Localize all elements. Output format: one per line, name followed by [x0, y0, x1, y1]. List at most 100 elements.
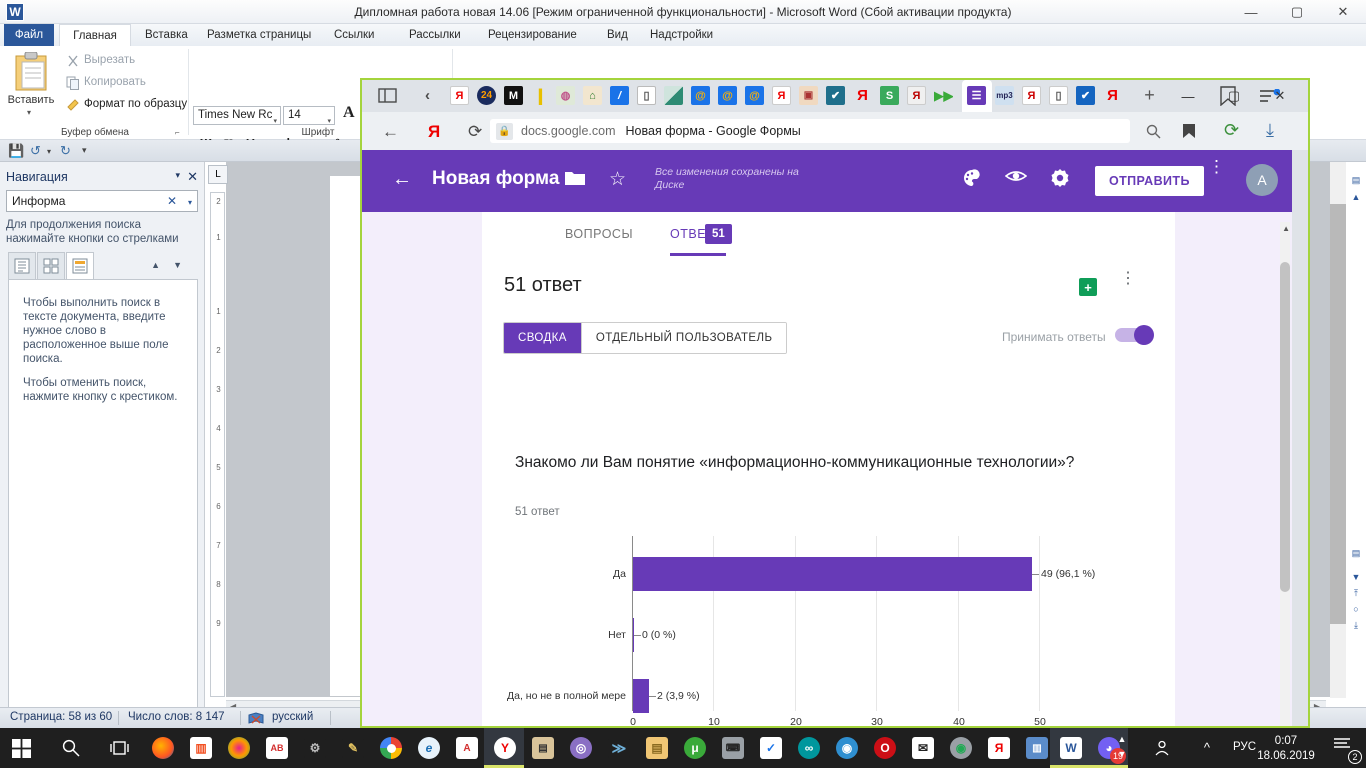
home-icon[interactable]: ⌂ [583, 86, 602, 105]
maps-icon[interactable]: ◍ [556, 86, 575, 105]
people-icon[interactable] [1154, 740, 1170, 756]
status-language[interactable]: русский [272, 711, 313, 723]
sheets-icon[interactable]: + [1079, 278, 1097, 296]
status-page[interactable]: Страница: 58 из 60 [10, 711, 112, 723]
status-words[interactable]: Число слов: 8 147 [128, 711, 225, 723]
show-hidden-icons-chevron[interactable]: ^ [1204, 740, 1210, 755]
slash-icon[interactable]: / [610, 86, 629, 105]
taskbar-scroll-arrows[interactable]: ▲ ▼ [1114, 732, 1130, 762]
tab-stop-selector[interactable]: L [208, 165, 228, 184]
scanner-icon[interactable]: ≫ [608, 737, 630, 759]
paste-button-label[interactable]: Вставить [2, 94, 60, 106]
ya-red-icon[interactable]: Я [853, 86, 872, 105]
navigation-results-tab[interactable] [66, 252, 94, 280]
copy-button[interactable]: Копировать [84, 76, 146, 88]
paint-net-icon[interactable]: AB [266, 737, 288, 759]
sync-icon[interactable]: ⟳ [1224, 120, 1239, 141]
gear-icon[interactable] [1050, 168, 1070, 188]
chrome-icon[interactable] [380, 737, 402, 759]
new-tab-button[interactable]: + [1140, 86, 1159, 105]
at-icon-1[interactable]: @ [691, 86, 710, 105]
firefox-icon[interactable] [152, 737, 174, 759]
browser-reload-icon[interactable]: ⟳ [468, 122, 482, 142]
internet-explorer-icon[interactable]: e [418, 737, 440, 759]
eye-icon-taskbar[interactable]: ◉ [950, 737, 972, 759]
responses-more-icon[interactable]: ⋮ [1120, 271, 1136, 287]
winrar-icon[interactable]: ▥ [1026, 737, 1048, 759]
previous-page-icon[interactable]: ⤒ [1348, 588, 1364, 599]
page-icon[interactable]: ▯ [637, 86, 656, 105]
green-slash-icon[interactable] [664, 86, 683, 105]
blue-check-icon[interactable]: ✔ [1076, 86, 1095, 105]
bittorrent-icon[interactable]: ◎ [570, 737, 592, 759]
chart-bar-2[interactable]: Да, но не в полной мере [507, 679, 649, 713]
at-icon-2[interactable]: @ [718, 86, 737, 105]
notification-icon[interactable] [1334, 737, 1352, 753]
forms-more-icon[interactable]: ⋮ [1208, 158, 1225, 175]
next-page-icon[interactable]: ⤓ [1348, 620, 1364, 631]
folder-icon[interactable]: ▤ [646, 737, 668, 759]
microsoft-store-icon[interactable]: ▥ [190, 737, 212, 759]
tab-questions[interactable]: ВОПРОСЫ [565, 212, 633, 256]
navigation-previous-icon[interactable]: ▲ [151, 260, 160, 270]
word-minimize-button[interactable]: — [1228, 0, 1274, 24]
browser-minimize-btn-2[interactable]: — [1174, 85, 1202, 107]
task-view-icon[interactable] [110, 739, 129, 757]
grow-font-icon[interactable]: A [343, 104, 355, 122]
save-icon[interactable]: 💾 [8, 143, 24, 159]
ribbon-tab-home[interactable]: Главная [59, 24, 131, 46]
accepting-responses-toggle[interactable] [1115, 325, 1154, 345]
location-icon[interactable]: ◉ [836, 737, 858, 759]
s-green-icon[interactable]: S [880, 86, 899, 105]
page-scroll-up-icon[interactable]: ▲ [1282, 224, 1290, 233]
utorrent-icon[interactable]: μ [684, 737, 706, 759]
navigation-headings-tab[interactable] [8, 252, 36, 280]
ribbon-tab-view[interactable]: Вид [598, 24, 637, 46]
mp3-icon[interactable]: mp3 [995, 86, 1014, 105]
forms-back-button[interactable]: ← [392, 168, 412, 191]
taskbar-search-icon[interactable] [62, 739, 80, 757]
navigation-next-icon[interactable]: ▼ [173, 260, 182, 270]
customize-qat-icon[interactable]: ▾ [82, 145, 87, 156]
star-icon[interactable]: ☆ [609, 168, 626, 191]
list-active-icon[interactable]: ☰ [967, 86, 986, 105]
palette-icon[interactable] [962, 168, 982, 188]
scroll-up-icon[interactable]: ▲ [1348, 192, 1364, 202]
ribbon-tab-page-layout[interactable]: Разметка страницы [198, 24, 320, 46]
select-object-icon[interactable]: ○ [1348, 604, 1364, 614]
ribbon-tab-review[interactable]: Рецензирование [479, 24, 586, 46]
mail-icon[interactable]: ✉ [912, 737, 934, 759]
segment-individual[interactable]: ОТДЕЛЬНЫЙ ПОЛЬЗОВАТЕЛЬ [580, 323, 787, 353]
undo-icon[interactable]: ↺ [30, 143, 41, 159]
browser-yandex-home-icon[interactable]: Я [428, 122, 440, 142]
yandex-icon-taskbar[interactable]: Я [988, 737, 1010, 759]
navigation-pages-tab[interactable] [37, 252, 65, 280]
font-size-input[interactable]: 14 ▾ [283, 106, 335, 125]
yandex-small-icon[interactable]: Я [772, 86, 791, 105]
at-icon-3[interactable]: @ [745, 86, 764, 105]
fast-forward-icon[interactable]: ▶▶ [934, 86, 953, 105]
abbyy-icon[interactable]: A [456, 737, 478, 759]
format-painter-button[interactable]: Формат по образцу [84, 98, 187, 110]
keyboard-icon[interactable]: ⌨ [722, 737, 744, 759]
page-scroll-thumb[interactable] [1280, 262, 1290, 592]
scroll-down-icon[interactable]: ▼ [1348, 572, 1364, 582]
forms-title[interactable]: Новая форма [432, 168, 559, 190]
paste-dropdown-icon[interactable]: ▾ [27, 108, 31, 117]
clipboard-dialog-launcher-icon[interactable]: ⌐ [175, 128, 180, 137]
arduino-icon[interactable]: ∞ [798, 737, 820, 759]
windows-start-icon[interactable] [12, 739, 31, 758]
ribbon-tab-file[interactable]: Файл [4, 24, 54, 46]
ya-box-icon[interactable]: Я [1022, 86, 1041, 105]
back-chevron-icon[interactable]: ‹ [418, 86, 437, 105]
sidebar-icon[interactable] [378, 86, 397, 105]
word-maximize-button[interactable]: ▢ [1274, 0, 1320, 24]
folder-icon[interactable] [565, 170, 585, 185]
ribbon-tab-mailings[interactable]: Рассылки [400, 24, 470, 46]
download-icon[interactable]: ⤓ [1266, 120, 1274, 141]
checkbox-icon[interactable]: ✓ [760, 737, 782, 759]
bookmark-page-icon[interactable] [1182, 123, 1196, 139]
navigation-search-input[interactable]: Информа ✕ ▾ [6, 190, 198, 212]
navigation-pane-options-icon[interactable]: ▾ [175, 170, 180, 181]
document-scroll-thumb[interactable] [1330, 204, 1346, 624]
